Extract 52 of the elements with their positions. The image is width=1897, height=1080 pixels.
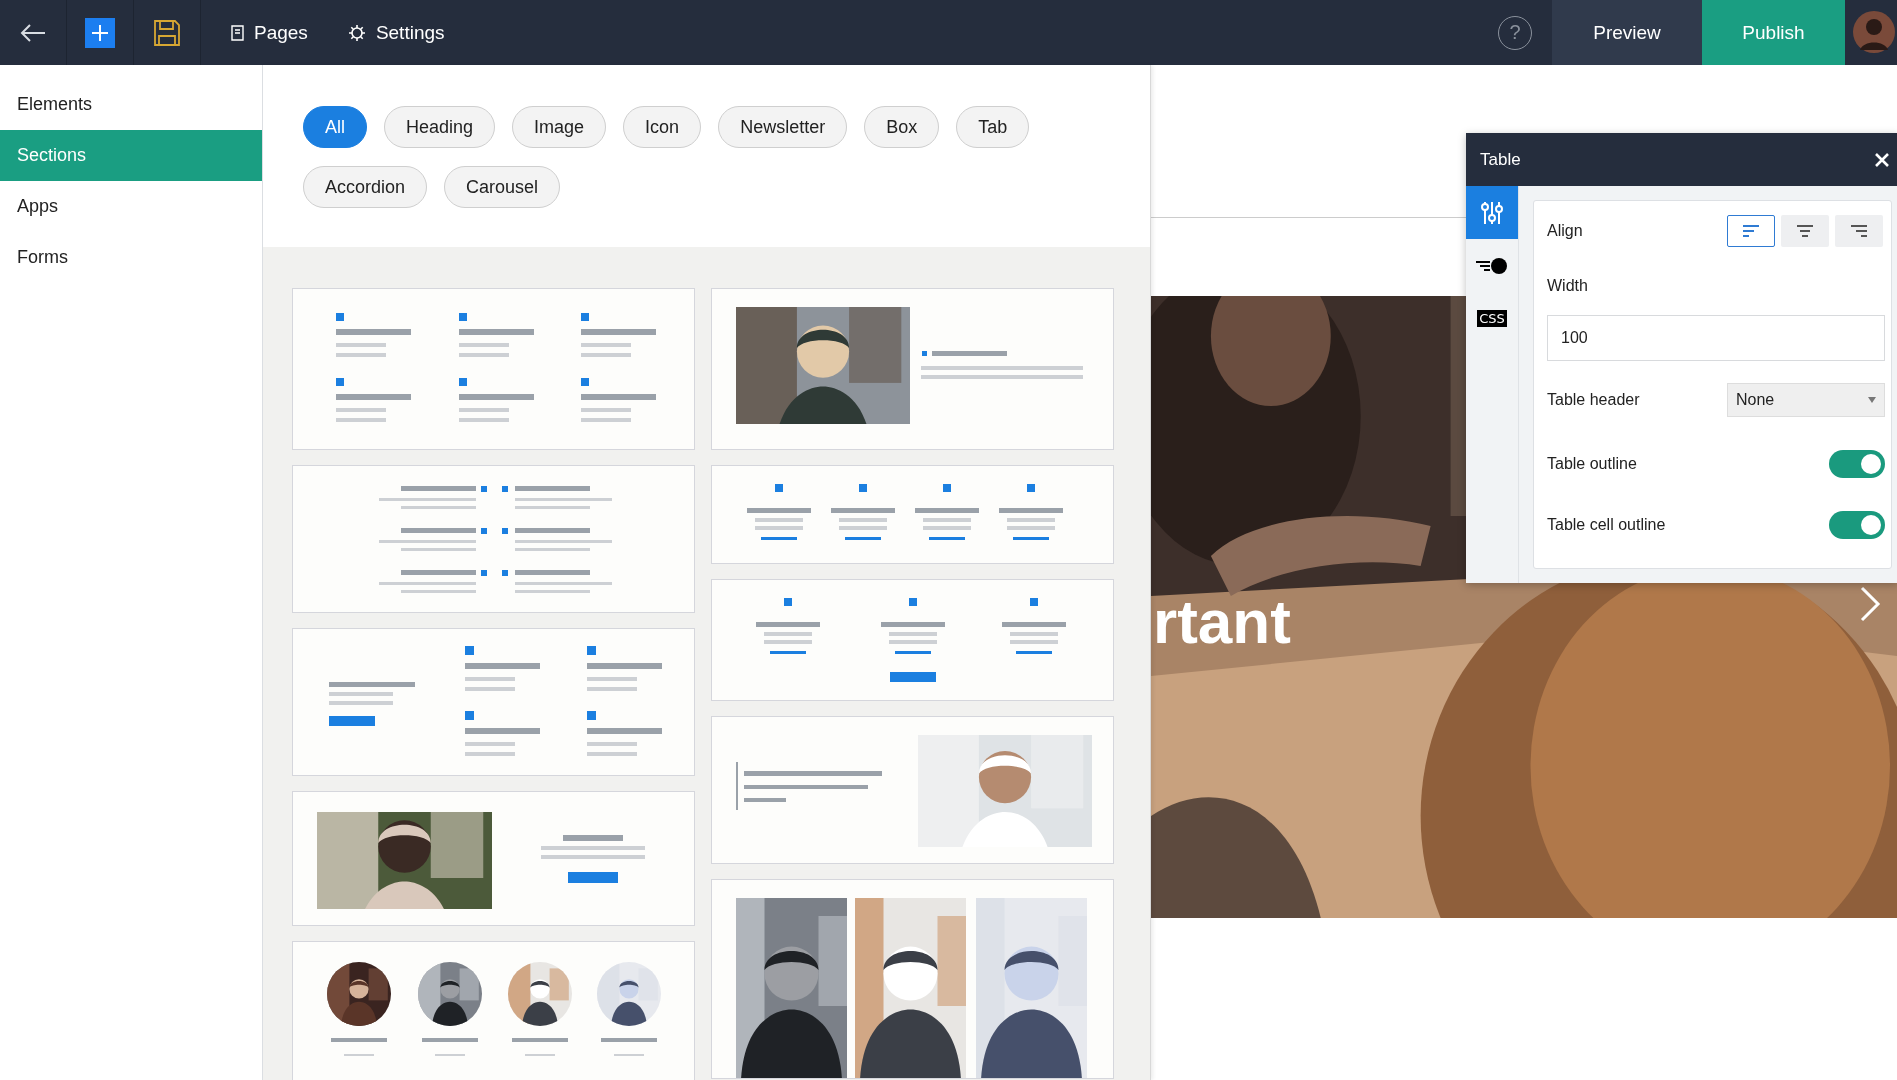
table-header-label: Table header — [1547, 391, 1640, 409]
table-header-select[interactable]: None — [1727, 383, 1885, 417]
align-right-icon — [1850, 225, 1868, 237]
save-icon[interactable] — [153, 18, 181, 47]
sidebar-item[interactable]: Forms — [0, 232, 262, 283]
back-arrow-icon[interactable] — [20, 22, 46, 43]
width-input[interactable]: 100 — [1547, 315, 1885, 361]
panel-title: Table — [1480, 149, 1521, 170]
pages-menu[interactable]: Pages — [221, 21, 318, 44]
filter-chip[interactable]: Image — [512, 106, 607, 148]
filter-chip[interactable]: Carousel — [444, 166, 561, 208]
align-label: Align — [1547, 222, 1583, 240]
settings-icon — [347, 23, 366, 42]
align-button[interactable] — [1781, 215, 1829, 247]
filter-chip[interactable]: Accordion — [303, 166, 428, 208]
align-button[interactable] — [1835, 215, 1883, 247]
section-thumbnail[interactable] — [292, 465, 695, 613]
width-label: Width — [1547, 277, 1589, 295]
style-icon — [1475, 256, 1509, 275]
section-thumbnail[interactable] — [711, 465, 1114, 564]
filter-chip[interactable]: Tab — [956, 106, 1030, 148]
filter-chip[interactable]: Heading — [384, 106, 496, 148]
preview-button[interactable]: Preview — [1552, 0, 1702, 65]
hero-heading: rtant — [1153, 586, 1291, 657]
align-button[interactable] — [1727, 215, 1775, 247]
page-icon — [231, 24, 244, 41]
section-thumbnail[interactable] — [711, 879, 1114, 1079]
settings-menu[interactable]: Settings — [337, 21, 455, 44]
add-icon[interactable] — [85, 17, 115, 48]
section-thumbnail[interactable] — [292, 791, 695, 926]
section-thumbnail[interactable] — [711, 288, 1114, 450]
dropdown-caret-icon — [1868, 397, 1876, 403]
section-thumbnail[interactable] — [292, 288, 695, 450]
align-left-icon — [1742, 225, 1760, 237]
section-thumbnail[interactable] — [711, 579, 1114, 701]
filter-chip[interactable]: Newsletter — [718, 106, 848, 148]
toggle-label: Table outline — [1547, 455, 1637, 473]
section-thumbnail[interactable] — [292, 628, 695, 776]
filter-chip[interactable]: Box — [864, 106, 940, 148]
toggle-switch[interactable] — [1829, 450, 1885, 478]
avatar-icon[interactable] — [1852, 10, 1897, 55]
filter-chip[interactable]: All — [303, 106, 367, 148]
align-center-icon — [1796, 225, 1814, 237]
toggle-label: Table cell outline — [1547, 516, 1666, 534]
section-thumbnail[interactable] — [711, 716, 1114, 864]
sliders-icon — [1481, 200, 1503, 225]
filter-chip[interactable]: Icon — [623, 106, 702, 148]
close-icon[interactable] — [1874, 151, 1890, 168]
sidebar-item[interactable]: Apps — [0, 181, 262, 232]
panel-tab[interactable]: CSS — [1466, 292, 1518, 345]
toggle-switch[interactable] — [1829, 511, 1885, 539]
sidebar-item[interactable]: Elements — [0, 79, 262, 130]
